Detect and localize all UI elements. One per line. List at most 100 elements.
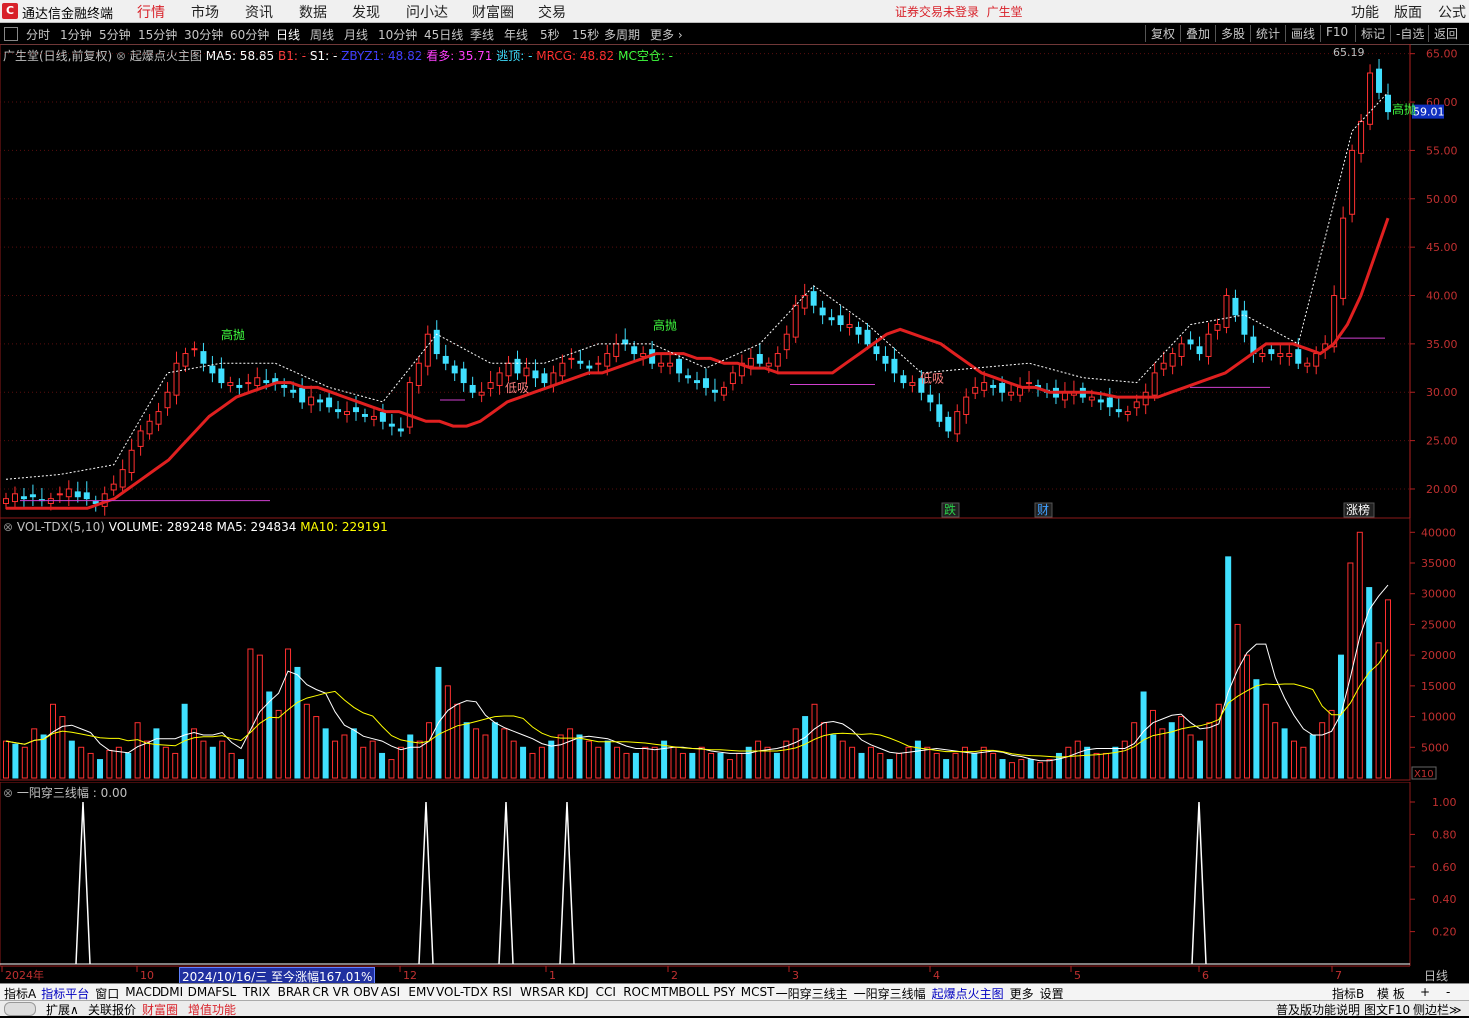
period-quarterly[interactable]: 季线	[470, 26, 494, 43]
price-chart[interactable]: 65.0060.0055.0050.0045.0040.0035.0030.00…	[0, 44, 1469, 518]
candle-body	[1026, 382, 1033, 385]
period-15sec[interactable]: 15秒	[572, 26, 599, 43]
btn-f10[interactable]: F10	[1320, 25, 1353, 42]
candle-body	[1286, 353, 1293, 357]
period-45day[interactable]: 45日线	[424, 26, 463, 43]
candle-body	[1385, 94, 1391, 113]
candle-body	[900, 375, 907, 384]
menu-formula[interactable]: 公式	[1438, 2, 1466, 22]
period-multi[interactable]: 多周期	[604, 26, 640, 43]
right-tab[interactable]: -	[1446, 985, 1450, 999]
candle-body	[613, 343, 620, 357]
volume-axis-label: 35000	[1421, 557, 1456, 570]
period-1min[interactable]: 1分钟	[60, 26, 92, 43]
indicator-tab[interactable]: SAR	[540, 985, 564, 999]
menu-bar: C 通达信金融终端 行情 市场 资讯 数据 发现 问小达 财富圈 交易 证券交易…	[0, 0, 1469, 23]
candle-body	[487, 382, 494, 389]
menu-item-hangqing[interactable]: 行情	[137, 2, 165, 22]
candle-body	[406, 382, 413, 428]
volume-unit-label: X10	[1414, 769, 1434, 780]
btn-zixuan[interactable]: -自选	[1390, 25, 1429, 42]
indicator-tab[interactable]: MCST	[741, 985, 775, 999]
indicator-tab[interactable]: VR	[333, 985, 350, 999]
indicator-tab[interactable]: KDJ	[568, 985, 589, 999]
indicator-tab[interactable]: TRIX	[243, 985, 270, 999]
status-caifuquan[interactable]: 财富圈	[142, 1001, 178, 1018]
menu-item-caifuquan[interactable]: 财富圈	[472, 2, 514, 22]
status-expand[interactable]: 扩展∧	[46, 1001, 79, 1018]
menu-item-zixun[interactable]: 资讯	[245, 2, 273, 22]
btn-diejia[interactable]: 叠加	[1180, 25, 1215, 42]
candle-body	[496, 372, 503, 386]
indicator-tab[interactable]: CCI	[596, 985, 616, 999]
menu-layout[interactable]: 版面	[1394, 2, 1422, 22]
btn-tongji[interactable]: 统计	[1250, 25, 1285, 42]
indicator-tab[interactable]: VOL-TDX	[436, 985, 488, 999]
period-15min[interactable]: 15分钟	[138, 26, 177, 43]
period-5min[interactable]: 5分钟	[99, 26, 131, 43]
indicator-tab[interactable]: MTM	[651, 985, 679, 999]
indicator-tab[interactable]: FSL	[215, 985, 236, 999]
period-fenshi[interactable]: 分时	[26, 26, 50, 43]
btn-back[interactable]: 返回	[1428, 25, 1463, 42]
candle-body	[164, 391, 171, 409]
indicator-tab[interactable]: RSI	[492, 985, 512, 999]
period-yearly[interactable]: 年线	[504, 26, 528, 43]
volume-bar	[397, 746, 404, 779]
indicator-tab[interactable]: ASI	[381, 985, 400, 999]
period-daily[interactable]: 日线	[276, 26, 300, 43]
indicator-tab[interactable]: WR	[520, 985, 540, 999]
status-sidebar[interactable]: 侧边栏≫	[1413, 1001, 1462, 1018]
volume-bar	[943, 759, 950, 779]
period-weekly[interactable]: 周线	[310, 26, 334, 43]
indicator-tab[interactable]: PSY	[713, 985, 735, 999]
btn-duogu[interactable]: 多股	[1215, 25, 1250, 42]
status-f10[interactable]: 图文F10	[1364, 1001, 1410, 1018]
indicator-tab[interactable]: EMV	[408, 985, 434, 999]
indicator-tab[interactable]: BRAR	[278, 985, 311, 999]
volume-bar	[1046, 759, 1053, 779]
candle-body	[891, 358, 898, 374]
indicator-tab[interactable]: DMA	[188, 985, 216, 999]
btn-biaoji[interactable]: 标记	[1355, 25, 1390, 42]
menu-item-shuju[interactable]: 数据	[299, 2, 327, 22]
volume-chart[interactable]: 40000 35000 30000 25000 20000 15000 10000 5000 X…	[0, 518, 1469, 782]
status-value-added[interactable]: 增值功能	[188, 1001, 236, 1018]
candle-body	[711, 389, 718, 393]
period-60min[interactable]: 60分钟	[230, 26, 269, 43]
status-related-quote[interactable]: 关联报价	[88, 1001, 136, 1018]
volume-bar	[999, 759, 1006, 779]
indicator-tab[interactable]: DMI	[160, 985, 183, 999]
btn-huaxian[interactable]: 画线	[1285, 25, 1320, 42]
indicator-spike	[498, 801, 514, 965]
indicator-chart[interactable]: 1.00 0.80 0.60 0.40 0.20	[0, 782, 1469, 966]
login-status[interactable]: 证券交易未登录 广生堂	[895, 3, 1023, 20]
status-edition-info[interactable]: 普及版功能说明	[1276, 1001, 1360, 1018]
indicator-tab[interactable]: ROC	[623, 985, 649, 999]
candle-body	[451, 365, 458, 374]
period-10min[interactable]: 10分钟	[378, 26, 417, 43]
menu-item-jiaoyi[interactable]: 交易	[538, 2, 566, 22]
menu-item-shichang[interactable]: 市场	[191, 2, 219, 22]
indicator-tab[interactable]: MACD	[125, 985, 161, 999]
volume-bar	[238, 759, 245, 779]
menu-function[interactable]: 功能	[1351, 2, 1379, 22]
right-tab[interactable]: +	[1420, 985, 1430, 999]
volume-bar	[12, 743, 19, 779]
period-5sec[interactable]: 5秒	[540, 26, 560, 43]
candle-body	[1358, 120, 1365, 154]
period-monthly[interactable]: 月线	[344, 26, 368, 43]
indicator-tab[interactable]: OBV	[353, 985, 379, 999]
period-30min[interactable]: 30分钟	[184, 26, 223, 43]
volume-bar	[604, 740, 611, 779]
period-more[interactable]: 更多 ›	[650, 26, 683, 43]
btn-fuquan[interactable]: 复权	[1145, 25, 1180, 42]
menu-item-faxian[interactable]: 发现	[352, 2, 380, 22]
candle-body	[568, 357, 575, 360]
toggle-switch[interactable]	[4, 1002, 36, 1016]
menu-item-wenxiaoda[interactable]: 问小达	[406, 2, 448, 22]
volume-bar	[839, 740, 846, 779]
indicator-tab[interactable]: CR	[312, 985, 329, 999]
indicator-tab[interactable]: BOLL	[678, 985, 709, 999]
sidebar-toggle-icon[interactable]	[4, 27, 18, 41]
